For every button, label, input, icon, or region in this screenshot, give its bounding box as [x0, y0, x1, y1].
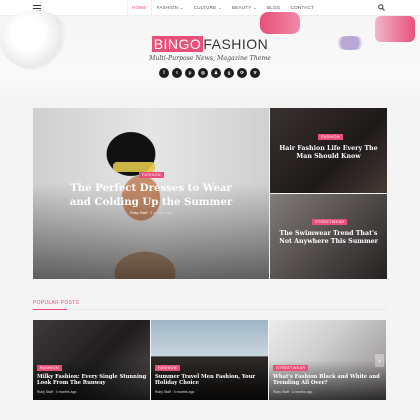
section-title: POPULAR POSTS — [33, 300, 80, 306]
top-navigation: HOME FASHION ⌄ CULTURE ⌄ BEAUTY ⌄ BLOG C… — [0, 0, 420, 16]
post-title[interactable]: Milky Fashion: Every Single Stunning Loo… — [37, 374, 147, 387]
post-title[interactable]: Summer Travel Men Fashion, Your Holiday … — [155, 374, 265, 387]
popular-post-card[interactable]: FASHION Summer Travel Men Fashion, Your … — [151, 320, 268, 400]
sunglasses-shape — [113, 162, 155, 172]
popular-post-card[interactable]: STREETWEAR What's Fashion Black and Whit… — [269, 320, 386, 400]
category-badge[interactable]: STREETWEAR — [273, 365, 309, 371]
rss-icon[interactable]: ᯤ — [250, 68, 260, 78]
popular-post-card[interactable]: FASHION Milky Fashion: Every Single Stun… — [33, 320, 150, 400]
snapchat-icon[interactable]: ♟ — [211, 68, 221, 78]
decor-lipstick — [260, 12, 300, 34]
share-icon[interactable]: ⟳ — [237, 68, 247, 78]
post-title[interactable]: Hair Fashion Life Every The Man Should K… — [276, 145, 381, 162]
category-badge[interactable]: FASHION — [139, 172, 164, 178]
post-meta: Ruby Staff · 4 months ago — [273, 390, 313, 394]
post-meta: Ruby Staff · 4 months ago — [37, 390, 77, 394]
facebook-icon[interactable]: f — [159, 68, 169, 78]
social-links: f t p ◎ ♟ g ⟳ ᯤ — [159, 68, 260, 78]
featured-post-side-bottom[interactable]: STREETWEAR The Swimwear Trend That's Not… — [270, 194, 387, 279]
section-divider — [33, 309, 387, 310]
category-badge[interactable]: STREETWEAR — [312, 219, 348, 225]
site-header: BINGO FASHION Multi-Purpose News, Magazin… — [0, 10, 420, 108]
category-badge[interactable]: FASHION — [318, 134, 343, 140]
page: HOME FASHION ⌄ CULTURE ⌄ BEAUTY ⌄ BLOG C… — [0, 0, 420, 420]
post-meta: Ruby Staff · 4 months ago — [155, 390, 195, 394]
twitter-icon[interactable]: t — [172, 68, 182, 78]
nav-item-beauty[interactable]: BEAUTY ⌄ — [227, 0, 262, 16]
search-icon[interactable] — [378, 4, 385, 11]
google-icon[interactable]: g — [224, 68, 234, 78]
post-meta: Ruby Staff · 4 months ago — [130, 211, 172, 215]
site-tagline: Multi-Purpose News, Magazine Theme — [149, 55, 271, 62]
post-title[interactable]: The Perfect Dresses to Wear and Colding … — [61, 182, 241, 209]
pinterest-icon[interactable]: p — [185, 68, 195, 78]
post-title[interactable]: The Swimwear Trend That's Not Anywhere T… — [276, 230, 381, 247]
featured-post-side-top[interactable]: FASHION Hair Fashion Life Every The Man … — [270, 108, 387, 193]
category-badge[interactable]: FASHION — [37, 365, 62, 371]
site-logo[interactable]: BINGO FASHION — [0, 36, 420, 52]
instagram-icon[interactable]: ◎ — [198, 68, 208, 78]
post-title[interactable]: What's Fashion Black and White and Trend… — [273, 374, 381, 387]
nav-item-fashion[interactable]: FASHION ⌄ — [152, 0, 189, 16]
nav-item-culture[interactable]: CULTURE ⌄ — [189, 0, 227, 16]
category-badge[interactable]: FASHION — [155, 365, 180, 371]
featured-post-main[interactable]: FASHION The Perfect Dresses to Wear and … — [33, 108, 269, 279]
nav-item-home[interactable]: HOME — [127, 0, 152, 16]
chevron-right-icon[interactable]: › — [375, 354, 384, 367]
